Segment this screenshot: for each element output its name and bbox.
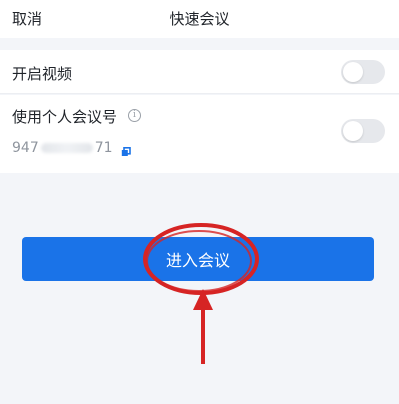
video-setting-label: 开启视频 [12, 65, 73, 83]
info-icon[interactable]: i [128, 109, 141, 122]
personal-meeting-id-number: 947 71 [12, 140, 113, 156]
video-setting-row: 开启视频 [0, 50, 399, 94]
meeting-id-prefix: 947 [12, 140, 39, 156]
section-gap [0, 38, 399, 50]
enter-meeting-button[interactable]: 进入会议 [22, 237, 374, 281]
arrow-head [193, 289, 213, 310]
page-title: 快速会议 [169, 10, 230, 28]
meeting-id-suffix: 71 [94, 140, 113, 156]
personal-meeting-id-label: 使用个人会议号 [12, 108, 118, 126]
video-toggle[interactable] [341, 60, 385, 84]
personal-meeting-id-row: 使用个人会议号 i 947 71 [0, 95, 399, 173]
top-bar: 取消 快速会议 [0, 0, 399, 38]
personal-meeting-id-toggle[interactable] [341, 119, 385, 143]
copy-icon[interactable] [121, 147, 131, 157]
meeting-id-redaction [40, 143, 93, 153]
